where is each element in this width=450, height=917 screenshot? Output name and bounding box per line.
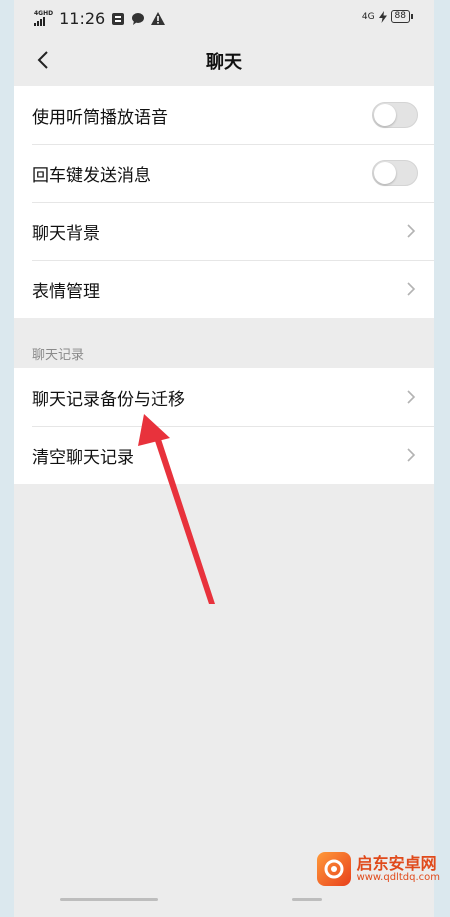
watermark-logo-icon [316,852,351,886]
annotation-arrow-shaft [154,436,215,604]
annotation-arrow-head [138,414,170,446]
watermark-name: 启东安卓网 [356,853,437,873]
watermark: 启东安卓网 www.qdltdq.com [316,852,440,886]
annotation-arrow [138,414,215,604]
watermark-logo-mark [324,859,344,879]
watermark-url: www.qdltdq.com [356,872,440,884]
